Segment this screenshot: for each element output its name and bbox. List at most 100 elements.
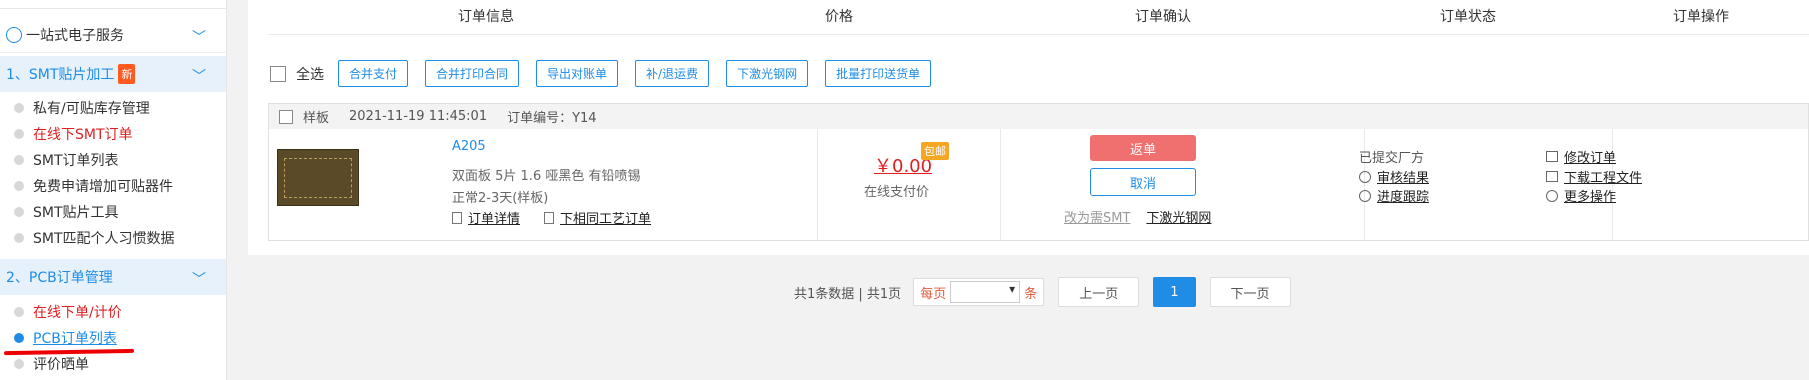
- order-checkbox[interactable]: [279, 109, 293, 124]
- per-page-unit: 条: [1024, 286, 1038, 302]
- sidebar-item-label: 私有/可贴库存管理: [33, 101, 150, 117]
- progress-tracking-link[interactable]: 进度跟踪: [1359, 186, 1429, 205]
- next-page-button[interactable]: 下一页: [1209, 277, 1291, 307]
- chevron-down-icon[interactable]: ﹀: [192, 27, 206, 47]
- sidebar-item-label: SMT匹配个人习惯数据: [33, 231, 175, 247]
- merge-print-contract-button[interactable]: 合并打印合同: [425, 60, 520, 87]
- current-page-button[interactable]: 1: [1153, 277, 1196, 307]
- select-all-checkbox[interactable]: [270, 65, 286, 82]
- laser-stencil-button[interactable]: 下激光钢网: [726, 60, 809, 87]
- more-actions-link[interactable]: 更多操作: [1546, 186, 1616, 205]
- order-detail-label: 订单详情: [468, 212, 521, 227]
- product-name-link[interactable]: A205: [452, 139, 486, 154]
- column-header-order-info: 订单信息: [458, 9, 514, 25]
- modify-order-label: 修改订单: [1564, 151, 1617, 166]
- cancel-order-button[interactable]: 取消: [1090, 168, 1196, 196]
- merge-pay-button[interactable]: 合并支付: [338, 60, 409, 87]
- document-icon: [544, 211, 555, 224]
- column-header-actions: 订单操作: [1673, 9, 1729, 25]
- new-badge: 新: [118, 64, 136, 84]
- divider: [268, 34, 1809, 35]
- pagination: 共1条数据 | 共1页 每页 条 上一页 1 下一页: [794, 277, 1291, 307]
- sidebar-item-smt-tools[interactable]: SMT贴片工具: [14, 201, 119, 223]
- order-type: 样板: [303, 111, 330, 126]
- edit-icon: [1546, 151, 1558, 162]
- download-engineering-file-link[interactable]: 下载工程文件: [1546, 167, 1642, 186]
- per-page-label: 每页: [920, 286, 947, 302]
- order-detail-link[interactable]: 订单详情: [452, 208, 520, 227]
- laser-stencil-link[interactable]: 下激光钢网: [1146, 207, 1211, 226]
- more-actions-label: 更多操作: [1564, 190, 1617, 205]
- shipping-refund-button[interactable]: 补/退运费: [635, 60, 710, 87]
- lead-time: 正常2-3天(样板): [452, 191, 549, 206]
- page-size-dropdown[interactable]: [950, 281, 1021, 303]
- sidebar-section-label: 一站式电子服务: [26, 27, 124, 44]
- document-icon: [452, 211, 462, 224]
- sidebar-item-label: 免费申请增加可贴器件: [33, 179, 173, 195]
- return-order-button[interactable]: 返单: [1090, 135, 1196, 161]
- sidebar-section-one-stop[interactable]: 一站式电子服务 ﹀: [0, 17, 226, 53]
- change-to-smt-link[interactable]: 改为需SMT: [1064, 207, 1130, 226]
- export-statement-button[interactable]: 导出对账单: [536, 60, 619, 87]
- sidebar-item-label: SMT贴片工具: [33, 205, 119, 221]
- product-spec: 双面板 5片 1.6 哑黑色 有铅喷锡: [452, 169, 641, 184]
- sidebar-item-label: 在线下单/计价: [33, 305, 122, 321]
- sidebar-item-label: PCB订单列表: [33, 331, 117, 347]
- bullet-icon: [14, 233, 24, 243]
- bullet-icon: [14, 129, 24, 139]
- sidebar-item-online-smt-order[interactable]: 在线下SMT订单: [14, 123, 133, 145]
- sidebar-section-pcb[interactable]: 2、PCB订单管理 ﹀: [0, 259, 226, 295]
- batch-print-delivery-button[interactable]: 批量打印送货单: [825, 60, 932, 87]
- more-icon: [1546, 189, 1558, 202]
- download-icon: [1546, 171, 1558, 182]
- pcb-thumbnail[interactable]: [277, 149, 359, 206]
- bullet-icon: [14, 181, 24, 191]
- chevron-down-icon[interactable]: ﹀: [192, 269, 206, 289]
- sidebar-section-smt[interactable]: 1、SMT贴片加工 新 ﹀: [0, 56, 226, 92]
- sidebar-item-inventory[interactable]: 私有/可贴库存管理: [14, 97, 150, 119]
- order-number: 订单编号：Y14: [507, 111, 597, 126]
- sidebar-item-smt-order-list[interactable]: SMT订单列表: [14, 149, 119, 171]
- sidebar-item-free-apply[interactable]: 免费申请增加可贴器件: [14, 175, 173, 197]
- sidebar-top-stub: [0, 0, 226, 9]
- sidebar-item-smt-habits[interactable]: SMT匹配个人习惯数据: [14, 227, 175, 249]
- same-process-label: 下相同工艺订单: [560, 212, 652, 227]
- column-header-price: 价格: [825, 9, 853, 25]
- sidebar-section-label: 2、PCB订单管理: [6, 270, 113, 286]
- same-process-order-link[interactable]: 下相同工艺订单: [544, 208, 651, 227]
- bullet-icon: [14, 207, 24, 217]
- progress-label: 进度跟踪: [1377, 190, 1430, 205]
- audit-result-link[interactable]: 审核结果: [1359, 167, 1429, 186]
- bullet-icon: [14, 307, 24, 317]
- product-links: 订单详情 下相同工艺订单: [452, 208, 675, 227]
- column-header-confirm: 订单确认: [1135, 9, 1191, 25]
- select-all-label: 全选: [296, 66, 324, 83]
- check-circle-icon: [1359, 170, 1371, 183]
- prev-page-button[interactable]: 上一页: [1058, 277, 1140, 307]
- clock-icon: [1359, 189, 1371, 202]
- divider: [817, 129, 818, 240]
- sidebar-item-label: SMT订单列表: [33, 153, 119, 169]
- audit-result-label: 审核结果: [1377, 171, 1430, 186]
- sidebar-item-pcb-order-list[interactable]: PCB订单列表: [14, 327, 117, 349]
- globe-icon: [6, 26, 22, 43]
- toolbar: 全选 合并支付 合并打印合同 导出对账单 补/退运费 下激光钢网 批量打印送货单: [270, 60, 948, 87]
- bullet-icon: [14, 155, 24, 165]
- free-shipping-badge: 包邮: [921, 142, 949, 160]
- sidebar-item-label: 在线下SMT订单: [33, 127, 133, 143]
- sidebar-item-reviews[interactable]: 评价晒单: [14, 353, 89, 375]
- order-datetime: 2021-11-19 11:45:01: [349, 109, 488, 124]
- sidebar-section-label: 1、SMT贴片加工: [6, 67, 115, 83]
- download-label: 下载工程文件: [1564, 171, 1643, 186]
- page-size-selector: 每页 条: [913, 278, 1045, 306]
- sidebar-item-online-order-quote[interactable]: 在线下单/计价: [14, 301, 122, 323]
- sidebar: 一站式电子服务 ﹀ 1、SMT贴片加工 新 ﹀ 私有/可贴库存管理 在线下SMT…: [0, 0, 227, 380]
- sidebar-item-label: 评价晒单: [33, 357, 89, 373]
- order-card-header: 样板 2021-11-19 11:45:01 订单编号：Y14: [269, 104, 1808, 129]
- order-status: 已提交厂方: [1359, 151, 1425, 166]
- pagination-summary: 共1条数据 | 共1页: [794, 286, 902, 302]
- order-card: 样板 2021-11-19 11:45:01 订单编号：Y14 A205 双面板…: [268, 103, 1809, 241]
- chevron-down-icon[interactable]: ﹀: [192, 66, 206, 86]
- bullet-icon: [14, 359, 24, 369]
- modify-order-link[interactable]: 修改订单: [1546, 147, 1616, 166]
